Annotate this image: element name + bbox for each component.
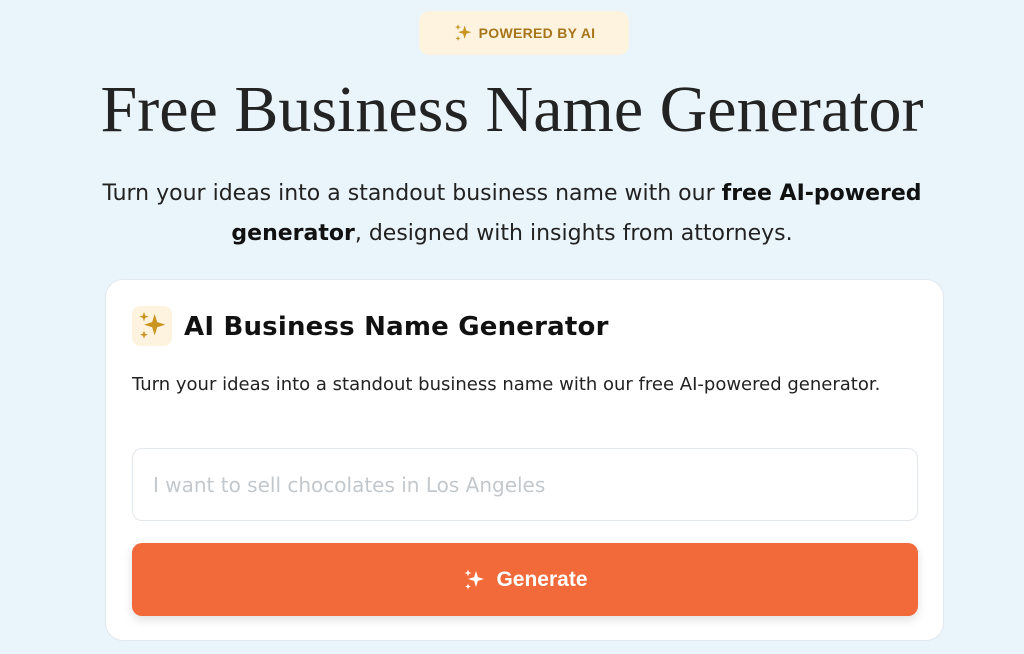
generate-button-label: Generate — [496, 567, 588, 591]
generator-description: Turn your ideas into a standout business… — [132, 374, 881, 395]
subtitle-text-start: Turn your ideas into a standout business… — [102, 181, 722, 206]
generator-title: AI Business Name Generator — [184, 312, 609, 342]
generator-card: AI Business Name Generator Turn your ide… — [105, 279, 944, 641]
sparkles-icon — [139, 312, 166, 339]
generator-icon-box — [132, 306, 172, 346]
subtitle-text-end: , designed with insights from attorneys. — [354, 221, 793, 246]
business-idea-input[interactable] — [132, 448, 918, 521]
sparkles-icon — [454, 24, 471, 41]
generate-button[interactable]: Generate — [132, 543, 918, 616]
badge-label: POWERED BY AI — [478, 25, 596, 41]
sparkles-icon — [464, 569, 485, 589]
powered-by-ai-badge: POWERED BY AI — [419, 11, 629, 55]
page-title: Free Business Name Generator — [100, 73, 924, 146]
page-subtitle: Turn your ideas into a standout business… — [40, 174, 984, 254]
